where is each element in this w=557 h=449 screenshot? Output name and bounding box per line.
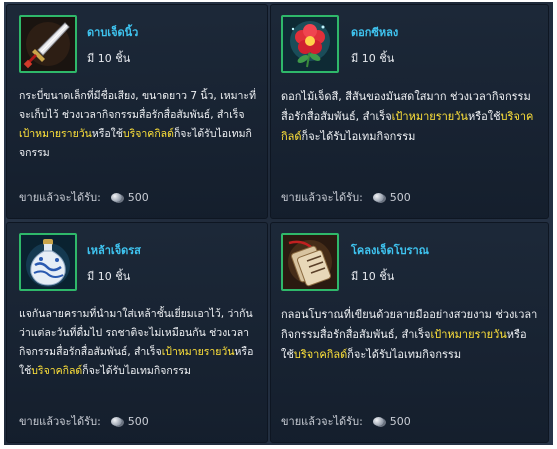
item-card-wine[interactable]: เหล้าเจ็ดรส มี 10 ชิ้น แจกันลายครามที่นำ… (6, 222, 268, 443)
sell-value: 500 (389, 190, 411, 204)
item-quantity: มี 10 ชิ้น (351, 52, 395, 65)
guild-donate-highlight: บริจาคกิลด์ (122, 128, 174, 140)
item-quantity: มี 10 ชิ้น (87, 52, 131, 65)
daily-goal-highlight: เป้าหมายรายวัน (161, 346, 235, 358)
silver-coin-icon (372, 192, 384, 202)
silver-coin-icon (110, 192, 122, 202)
desc-text: หรือใช้ (467, 110, 501, 123)
daily-goal-highlight: เป้าหมายรายวัน (19, 128, 92, 140)
daily-goal-highlight: เป้าหมายรายวัน (391, 110, 468, 123)
silver-coin-icon (110, 416, 122, 426)
item-name: เหล้าเจ็ดรส (87, 244, 141, 257)
item-description: แจกันลายครามที่นำมาใส่เหล้าชั้นเยี่ยมเอา… (19, 305, 257, 381)
item-icon-frame (19, 233, 77, 291)
item-quantity: มี 10 ชิ้น (87, 270, 131, 283)
flower-icon (283, 17, 337, 71)
item-quantity: มี 10 ชิ้น (351, 270, 395, 283)
sell-price: ขายแล้วจะได้รับ: 500 (19, 412, 149, 430)
desc-text: ก็จะได้รับไอเทมกิจกรรม (347, 348, 462, 361)
guild-donate-highlight: บริจาคกิลด์ (293, 348, 348, 361)
item-card-ancient-poem[interactable]: โคลงเจ็ดโบราณ มี 10 ชิ้น กลอนโบราณที่เขี… (270, 222, 549, 443)
guild-donate-highlight: บริจาคกิลด์ (31, 365, 83, 377)
item-icon-frame (281, 233, 339, 291)
sell-value: 500 (389, 414, 411, 428)
sell-label: ขายแล้วจะได้รับ: (19, 191, 101, 204)
item-icon-frame (281, 15, 339, 73)
item-name: ดอกซีหลง (351, 26, 399, 39)
desc-text: กระบี่ขนาดเล็กที่มีชื่อเสียง, ขนาดยาว 7 … (19, 90, 256, 121)
sell-price: ขายแล้วจะได้รับ: 500 (281, 412, 411, 430)
item-description: กระบี่ขนาดเล็กที่มีชื่อเสียง, ขนาดยาว 7 … (19, 87, 257, 163)
item-description: ดอกไม้เจ็ดสี, สีสันของมันสดใสมาก ช่วงเวล… (281, 87, 538, 147)
sell-price: ขายแล้วจะได้รับ: 500 (281, 188, 411, 206)
item-description: กลอนโบราณที่เขียนด้วยลายมืออย่างสวยงาม ช… (281, 305, 538, 365)
wine-jar-icon (21, 235, 75, 289)
sell-value: 500 (127, 414, 149, 428)
desc-text: ก็จะได้รับไอเทมกิจกรรม (301, 130, 416, 143)
silver-coin-icon (372, 416, 384, 426)
item-card-dagger[interactable]: ดาบเจ็ดนิ้ว มี 10 ชิ้น กระบี่ขนาดเล็กที่… (6, 4, 268, 219)
desc-text: ก็จะได้รับไอเทมกิจกรรม (82, 365, 191, 377)
sell-label: ขายแล้วจะได้รับ: (19, 415, 101, 428)
sell-value: 500 (127, 190, 149, 204)
item-icon-frame (19, 15, 77, 73)
item-tooltip-grid: ดาบเจ็ดนิ้ว มี 10 ชิ้น กระบี่ขนาดเล็กที่… (4, 2, 553, 445)
item-card-flower[interactable]: ดอกซีหลง มี 10 ชิ้น ดอกไม้เจ็ดสี, สีสันข… (270, 4, 549, 219)
sell-label: ขายแล้วจะได้รับ: (281, 415, 363, 428)
item-name: ดาบเจ็ดนิ้ว (87, 26, 139, 39)
desc-text: หรือใช้ (91, 128, 123, 140)
daily-goal-highlight: เป้าหมายรายวัน (430, 328, 507, 341)
dagger-icon (21, 17, 75, 71)
item-name: โคลงเจ็ดโบราณ (351, 244, 429, 257)
ancient-poem-tag-icon (283, 235, 337, 289)
sell-label: ขายแล้วจะได้รับ: (281, 191, 363, 204)
sell-price: ขายแล้วจะได้รับ: 500 (19, 188, 149, 206)
